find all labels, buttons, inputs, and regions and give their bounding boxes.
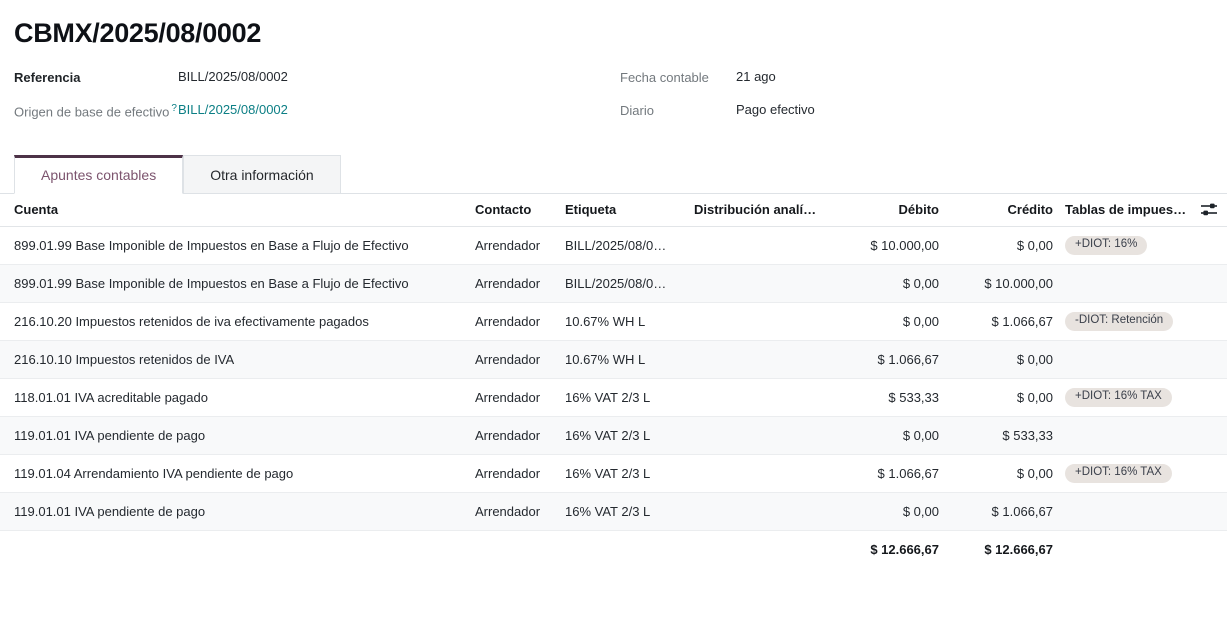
table-header-row: Cuenta Contacto Etiqueta Distribución an… [0, 194, 1227, 227]
journal-entry-page: CBMX/2025/08/0002 Referencia BILL/2025/0… [0, 0, 1227, 569]
field-area: Referencia BILL/2025/08/0002 Origen de b… [0, 53, 1227, 141]
field-journal: Diario Pago efectivo [620, 100, 1213, 121]
cell-label[interactable]: 10.67% WH L [565, 314, 694, 329]
cell-credit[interactable]: $ 0,00 [945, 466, 1059, 481]
field-cash-basis-origin: Origen de base de efectivo? BILL/2025/08… [14, 100, 620, 122]
help-icon[interactable]: ? [171, 103, 177, 114]
cell-account[interactable]: 119.01.01 IVA pendiente de pago [0, 504, 475, 519]
col-header-contact[interactable]: Contacto [475, 202, 565, 217]
accounting-date-label: Fecha contable [620, 67, 736, 88]
table-body: 899.01.99 Base Imponible de Impuestos en… [0, 227, 1227, 531]
page-title: CBMX/2025/08/0002 [0, 0, 1227, 53]
col-header-account[interactable]: Cuenta [0, 202, 475, 217]
col-header-label[interactable]: Etiqueta [565, 202, 694, 217]
cell-account[interactable]: 119.01.01 IVA pendiente de pago [0, 428, 475, 443]
cell-account[interactable]: 216.10.20 Impuestos retenidos de iva efe… [0, 314, 475, 329]
cell-tax-grids[interactable]: +DIOT: 16% TAX [1059, 463, 1195, 483]
cell-contact[interactable]: Arrendador [475, 314, 565, 329]
cell-contact[interactable]: Arrendador [475, 428, 565, 443]
cell-debit[interactable]: $ 1.066,67 [826, 352, 945, 367]
col-header-debit[interactable]: Débito [826, 202, 945, 217]
tax-grid-tag[interactable]: +DIOT: 16% [1065, 236, 1147, 255]
cell-tax-grids[interactable]: +DIOT: 16% TAX [1059, 387, 1195, 407]
cell-contact[interactable]: Arrendador [475, 352, 565, 367]
tab-other-info[interactable]: Otra información [183, 155, 340, 194]
cash-basis-origin-link[interactable]: BILL/2025/08/0002 [178, 100, 288, 120]
table-row[interactable]: 216.10.20 Impuestos retenidos de iva efe… [0, 303, 1227, 341]
cell-credit[interactable]: $ 1.066,67 [945, 314, 1059, 329]
cell-credit[interactable]: $ 10.000,00 [945, 276, 1059, 291]
cell-account[interactable]: 899.01.99 Base Imponible de Impuestos en… [0, 276, 475, 291]
cell-account[interactable]: 118.01.01 IVA acreditable pagado [0, 390, 475, 405]
cell-credit[interactable]: $ 0,00 [945, 352, 1059, 367]
cash-basis-label: Origen de base de efectivo? [14, 100, 178, 122]
reference-value[interactable]: BILL/2025/08/0002 [178, 67, 288, 87]
optional-columns-icon[interactable] [1201, 202, 1217, 217]
cell-debit[interactable]: $ 10.000,00 [826, 238, 945, 253]
cell-debit[interactable]: $ 533,33 [826, 390, 945, 405]
journal-label: Diario [620, 100, 736, 121]
table-row[interactable]: 119.01.01 IVA pendiente de pago Arrendad… [0, 493, 1227, 531]
cell-debit[interactable]: $ 0,00 [826, 276, 945, 291]
table-row[interactable]: 899.01.99 Base Imponible de Impuestos en… [0, 265, 1227, 303]
cell-credit[interactable]: $ 0,00 [945, 238, 1059, 253]
cell-debit[interactable]: $ 0,00 [826, 504, 945, 519]
total-credit: $ 12.666,67 [945, 542, 1059, 557]
cell-tax-grids[interactable]: +DIOT: 16% [1059, 235, 1195, 255]
cell-debit[interactable]: $ 1.066,67 [826, 466, 945, 481]
cell-contact[interactable]: Arrendador [475, 276, 565, 291]
cell-account[interactable]: 899.01.99 Base Imponible de Impuestos en… [0, 238, 475, 253]
reference-label: Referencia [14, 67, 178, 88]
cell-account[interactable]: 119.01.04 Arrendamiento IVA pendiente de… [0, 466, 475, 481]
accounting-date-value[interactable]: 21 ago [736, 67, 776, 87]
cell-credit[interactable]: $ 533,33 [945, 428, 1059, 443]
table-row[interactable]: 119.01.01 IVA pendiente de pago Arrendad… [0, 417, 1227, 455]
cell-debit[interactable]: $ 0,00 [826, 428, 945, 443]
col-header-tax-grids[interactable]: Tablas de impues… [1059, 202, 1195, 217]
journal-items-table: Cuenta Contacto Etiqueta Distribución an… [0, 194, 1227, 569]
col-header-credit[interactable]: Crédito [945, 202, 1059, 217]
cell-contact[interactable]: Arrendador [475, 504, 565, 519]
cell-contact[interactable]: Arrendador [475, 390, 565, 405]
tax-grid-tag[interactable]: -DIOT: Retención [1065, 312, 1173, 331]
totals-row: $ 12.666,67 $ 12.666,67 [0, 531, 1227, 569]
cell-contact[interactable]: Arrendador [475, 466, 565, 481]
cell-label[interactable]: 16% VAT 2/3 L [565, 428, 694, 443]
tax-grid-tag[interactable]: +DIOT: 16% TAX [1065, 464, 1172, 483]
table-row[interactable]: 216.10.10 Impuestos retenidos de IVA Arr… [0, 341, 1227, 379]
field-reference: Referencia BILL/2025/08/0002 [14, 67, 620, 88]
table-row[interactable]: 899.01.99 Base Imponible de Impuestos en… [0, 227, 1227, 265]
table-row[interactable]: 118.01.01 IVA acreditable pagado Arrenda… [0, 379, 1227, 417]
cell-label[interactable]: 10.67% WH L [565, 352, 694, 367]
total-debit: $ 12.666,67 [826, 542, 945, 557]
cell-label[interactable]: 16% VAT 2/3 L [565, 390, 694, 405]
cell-debit[interactable]: $ 0,00 [826, 314, 945, 329]
tab-journal-items[interactable]: Apuntes contables [14, 155, 183, 194]
tax-grid-tag[interactable]: +DIOT: 16% TAX [1065, 388, 1172, 407]
cell-account[interactable]: 216.10.10 Impuestos retenidos de IVA [0, 352, 475, 367]
notebook-tabs: Apuntes contables Otra información [0, 155, 1227, 194]
cell-tax-grids[interactable]: -DIOT: Retención [1059, 311, 1195, 331]
cell-label[interactable]: 16% VAT 2/3 L [565, 504, 694, 519]
cell-label[interactable]: 16% VAT 2/3 L [565, 466, 694, 481]
cell-credit[interactable]: $ 0,00 [945, 390, 1059, 405]
cell-contact[interactable]: Arrendador [475, 238, 565, 253]
cell-credit[interactable]: $ 1.066,67 [945, 504, 1059, 519]
field-accounting-date: Fecha contable 21 ago [620, 67, 1213, 88]
col-header-analytic-distribution[interactable]: Distribución analí… [694, 202, 826, 217]
cell-label[interactable]: BILL/2025/08/0… [565, 276, 694, 291]
journal-value[interactable]: Pago efectivo [736, 100, 815, 120]
cell-label[interactable]: BILL/2025/08/0… [565, 238, 694, 253]
table-row[interactable]: 119.01.04 Arrendamiento IVA pendiente de… [0, 455, 1227, 493]
